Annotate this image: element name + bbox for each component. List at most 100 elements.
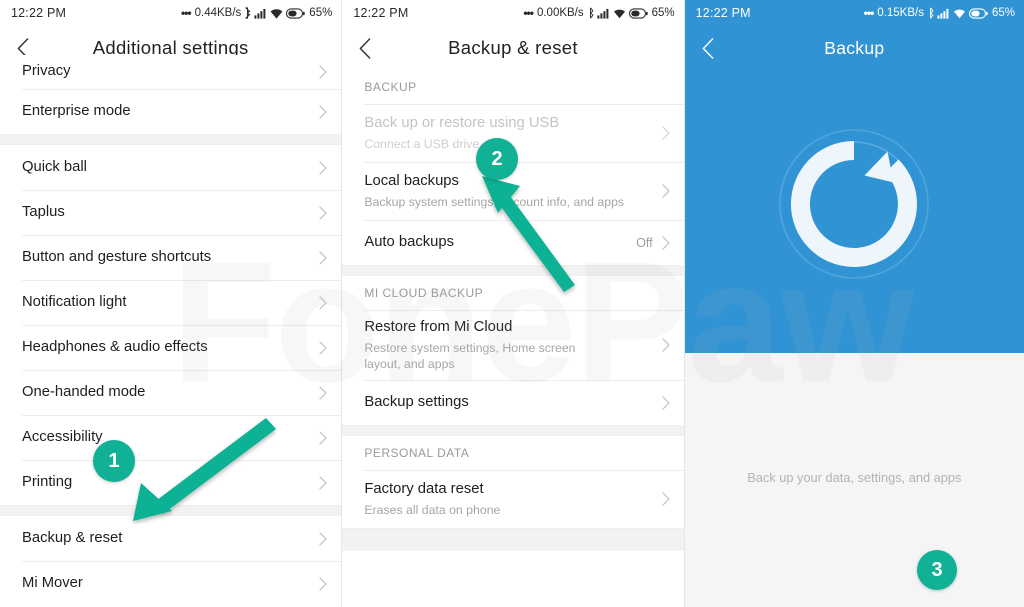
list-item-sublabel: Backup system settings, account info, an…	[364, 194, 625, 209]
list-item-headphones-audio-effects[interactable]: Headphones & audio effects	[0, 325, 342, 370]
status-indicators: ••• 0.00KB/s 65%	[523, 6, 674, 20]
chevron-right-icon	[319, 576, 327, 591]
bluetooth-icon	[245, 7, 251, 19]
chevron-right-icon	[319, 295, 327, 310]
list-item-label: Enterprise mode	[22, 102, 131, 119]
battery-percent-label: 65%	[651, 7, 675, 19]
title-bar-panel2: Backup & reset	[342, 26, 684, 70]
section-header-backup: BACKUP	[342, 70, 684, 104]
cellular-signal-icon	[597, 8, 609, 19]
list-group-separator	[0, 505, 342, 516]
battery-icon	[968, 7, 988, 19]
section-header-personal-data: PERSONAL DATA	[342, 436, 684, 470]
list-item-backup-settings[interactable]: Backup settings	[342, 380, 684, 425]
status-indicators: ••• 0.44KB/s 65%	[181, 6, 332, 20]
three-phone-screenshots: 12:22 PM ••• 0.44KB/s 65% Additional set…	[0, 0, 1024, 607]
list-item-label: Notification light	[22, 293, 127, 310]
list-item-label: Mi Mover	[22, 574, 83, 591]
list-item-label: Local backups	[364, 172, 459, 189]
list-item-factory-data-reset[interactable]: Factory data reset Erases all data on ph…	[342, 470, 684, 528]
list-bottom-filler	[342, 528, 684, 551]
auto-backups-value: Off	[636, 235, 653, 250]
chevron-right-icon	[319, 65, 327, 79]
list-item-label: Printing	[22, 473, 73, 490]
cellular-signal-icon	[254, 8, 266, 19]
panel-additional-settings: 12:22 PM ••• 0.44KB/s 65% Additional set…	[0, 0, 342, 607]
panel-backup-screen: 12:22 PM ••• 0.15KB/s 65% Backup Back up…	[683, 0, 1024, 607]
network-dots-icon: •••	[863, 6, 875, 20]
backup-restore-circle-icon	[769, 119, 939, 289]
chevron-right-icon	[319, 160, 327, 175]
chevron-right-icon	[662, 395, 670, 410]
list-item-one-handed-mode[interactable]: One-handed mode	[0, 370, 342, 415]
list-item-printing[interactable]: Printing	[0, 460, 342, 505]
chevron-left-icon	[702, 37, 714, 59]
list-item-label: Button and gesture shortcuts	[22, 248, 212, 265]
list-item-label: Back up or restore using USB	[364, 114, 560, 131]
annotation-badge-3: 3	[917, 550, 957, 590]
status-bar-panel1: 12:22 PM ••• 0.44KB/s 65%	[0, 0, 341, 26]
list-item-mi-mover[interactable]: Mi Mover	[0, 561, 342, 606]
chevron-right-icon	[319, 250, 327, 265]
chevron-right-icon	[662, 235, 670, 250]
battery-percent-label: 65%	[991, 7, 1015, 19]
cellular-signal-icon	[937, 8, 949, 19]
list-item-label: Backup & reset	[22, 529, 123, 546]
bluetooth-icon	[929, 7, 934, 19]
backup-hero-area	[684, 70, 1024, 353]
network-dots-icon: •••	[523, 6, 534, 20]
wifi-icon	[613, 9, 625, 18]
battery-icon	[628, 7, 648, 19]
list-item-restore-from-mi-cloud[interactable]: Restore from Mi Cloud Restore system set…	[342, 310, 684, 380]
list-item-label: Quick ball	[22, 158, 87, 175]
annotation-badge-2: 2	[476, 138, 518, 180]
chevron-right-icon	[319, 205, 327, 220]
annotation-badge-1: 1	[93, 440, 135, 482]
data-rate-label: 0.00KB/s	[536, 7, 584, 19]
list-item-accessibility[interactable]: Accessibility	[0, 415, 342, 460]
settings-list-panel1: Privacy Enterprise mode Quick ball Taplu…	[0, 55, 342, 606]
list-item-label: Backup settings	[364, 393, 469, 410]
list-item-taplus[interactable]: Taplus	[0, 190, 342, 235]
chevron-right-icon	[319, 340, 327, 355]
chevron-right-icon	[662, 184, 670, 198]
list-item-quick-ball[interactable]: Quick ball	[0, 145, 342, 190]
list-item-label: Headphones & audio effects	[22, 338, 208, 355]
chevron-right-icon	[662, 492, 670, 506]
list-item-sublabel: Erases all data on phone	[364, 502, 501, 517]
list-item-enterprise-mode[interactable]: Enterprise mode	[0, 89, 342, 134]
list-group-separator	[342, 425, 684, 436]
chevron-right-icon	[319, 475, 327, 490]
list-item-privacy[interactable]: Privacy	[0, 55, 342, 89]
list-item-backup-and-reset[interactable]: Backup & reset	[0, 516, 342, 561]
chevron-right-icon	[662, 338, 670, 352]
data-rate-label: 0.15KB/s	[877, 7, 924, 19]
annotation-badge-label: 3	[931, 558, 943, 581]
annotation-badge-label: 1	[108, 449, 120, 472]
section-header-mi-cloud-backup: MI CLOUD BACKUP	[342, 276, 684, 310]
status-bar-panel3: 12:22 PM ••• 0.15KB/s 65%	[684, 0, 1024, 26]
list-item-label: Restore from Mi Cloud	[364, 318, 513, 335]
battery-icon	[286, 7, 305, 19]
list-item-label: One-handed mode	[22, 383, 146, 400]
back-button-panel2[interactable]	[342, 26, 388, 70]
backup-body: Back up your data, settings, and apps Ba…	[684, 353, 1024, 607]
list-group-separator	[342, 265, 684, 276]
list-item-button-and-gesture-shortcuts[interactable]: Button and gesture shortcuts	[0, 235, 342, 280]
status-time: 12:22 PM	[11, 6, 67, 20]
battery-percent-label: 65%	[309, 7, 333, 19]
back-button-panel3[interactable]	[685, 26, 731, 70]
list-item-label: Accessibility	[22, 428, 103, 445]
title-bar-panel3: Backup	[684, 26, 1024, 70]
list-item-label: Privacy	[22, 63, 71, 80]
data-rate-label: 0.44KB/s	[194, 7, 242, 19]
wifi-icon	[270, 8, 283, 19]
status-time: 12:22 PM	[353, 6, 409, 20]
chevron-left-icon	[359, 37, 371, 59]
list-item-auto-backups[interactable]: Auto backups Off	[342, 220, 684, 265]
annotation-badge-label: 2	[491, 147, 503, 170]
list-item-notification-light[interactable]: Notification light	[0, 280, 342, 325]
page-title-panel2: Backup & reset	[448, 37, 578, 58]
bluetooth-icon	[589, 7, 594, 19]
wifi-icon	[953, 9, 965, 18]
